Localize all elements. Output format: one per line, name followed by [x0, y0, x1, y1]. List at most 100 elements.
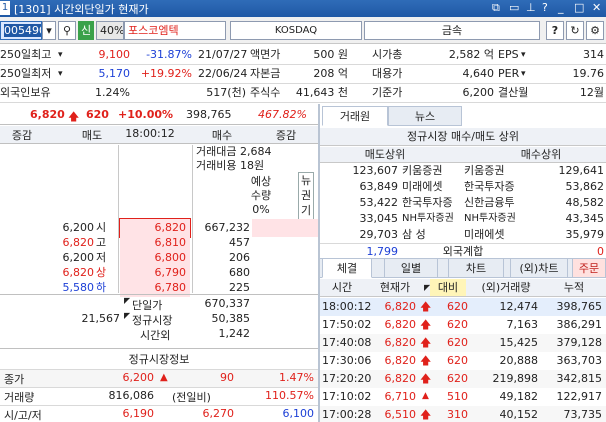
settings-button[interactable]: ⚙ [586, 21, 604, 40]
info-row: 종가 6,200 ▲ 90 1.47% [0, 369, 318, 387]
tab-foreign-chart[interactable]: (외)차트 [510, 258, 568, 278]
tab-daily[interactable]: 일별 [384, 258, 438, 278]
orderbook-totals: ◤ 단일가 670,337 21,567 ◤ 정규시장 50,385 시간외 1… [0, 294, 318, 344]
chevron-down-icon[interactable]: ▾ [58, 65, 63, 83]
tick-cumulative: 398,765 [556, 300, 603, 313]
chevron-down-icon[interactable]: ▾ [521, 65, 526, 83]
tick-time: 17:20:20 [322, 372, 372, 385]
tab-news[interactable]: 뉴스 [388, 106, 462, 126]
maximize-icon[interactable]: □ [574, 1, 584, 14]
tick-volume: 219,898 [492, 372, 539, 385]
corner-mark-icon: ◤ [124, 296, 131, 305]
help-icon[interactable]: ? [542, 1, 548, 14]
tick-change: 620 [447, 318, 468, 331]
help-button[interactable]: ? [546, 21, 564, 40]
tick-change: 310 [447, 408, 468, 421]
toolbar: 005490 ▾ ⚲ 신 40% 포스코엠텍 KOSDAQ 금속 ? ↻ ⚙ [0, 17, 606, 44]
bottom-tab-bar: 체결 일별 차트 (외)차트 주문 [320, 258, 606, 278]
broker-row[interactable]: 29,703 삼 성 미래에셋 35,979 [320, 227, 606, 243]
refresh-button[interactable]: ↻ [566, 21, 584, 40]
broker-row[interactable]: 53,422 한국투자증 신한금융투 48,582 [320, 195, 606, 211]
minimize-icon[interactable]: _ [558, 1, 564, 14]
tick-volume: 12,474 [499, 300, 539, 313]
pin-icon[interactable]: ⊥ [526, 1, 536, 14]
tick-change: 620 [447, 336, 468, 349]
broker-row[interactable]: 63,849 미래에셋 한국투자증 53,862 [320, 179, 606, 195]
broker-row[interactable]: 123,607 키움증권 키움증권 129,641 [320, 163, 606, 179]
broker-header: 매도상위 매수상위 [320, 147, 606, 163]
tick-time: 17:00:28 [322, 408, 372, 421]
sector-label: 금속 [364, 21, 540, 40]
restore-icon[interactable]: ▭ [509, 1, 519, 14]
up-arrow-icon: 🡅 [68, 110, 80, 123]
tick-volume: 40,152 [499, 408, 539, 421]
stock-code-value: 005490 [4, 24, 41, 37]
up-arrow-icon: 🡅 [420, 336, 432, 349]
up-arrow-icon: 🡅 [420, 300, 432, 313]
tick-cumulative: 73,735 [563, 408, 603, 421]
trade-summary: 거래대금 2,684 거래비용 18원 [196, 145, 272, 172]
regular-market-info: 정규시장정보 종가 6,200 ▲ 90 1.47% 거래량 816,086 (… [0, 348, 318, 422]
orderbook-header: 증감 매도 18:00:12 매수 증감 [0, 126, 318, 144]
title-bar: 1 [1301] 시간외단일가 현재가 ⧉ ▭ ⊥ ? _ □ ✕ [0, 0, 606, 17]
broker-row[interactable]: 33,045 NH투자증권 NH투자증권 43,345 [320, 211, 606, 227]
chevron-down-icon[interactable]: ▾ [521, 46, 526, 64]
tick-cumulative: 122,917 [556, 390, 603, 403]
tick-change: 620 [447, 372, 468, 385]
search-icon: ⚲ [62, 24, 72, 37]
tick-volume: 7,163 [506, 318, 539, 331]
volume-ratio: 467.82% [258, 108, 307, 121]
window-title: [1301] 시간외단일가 현재가 [14, 3, 149, 16]
info-row: 250일최고 ▾ 9,100 -31.87% 21/07/27 액면가 500 … [0, 46, 606, 65]
stock-name[interactable]: 포스코엠텍 [124, 21, 226, 40]
tab-chart[interactable]: 차트 [448, 258, 504, 278]
up-arrow-icon: 🡅 [420, 408, 432, 421]
info-row: 시/고/저 6,190 6,270 6,100 [0, 405, 318, 422]
tick-cumulative: 386,291 [556, 318, 603, 331]
tick-time: 17:10:02 [322, 390, 372, 403]
price-change: 620 [86, 108, 109, 121]
tick-cumulative: 342,815 [556, 372, 603, 385]
tick-cumulative: 363,703 [556, 354, 603, 367]
close-icon[interactable]: ✕ [592, 1, 601, 14]
tick-row[interactable]: 17:00:28 6,510 🡅 310 40,152 73,735 [320, 406, 606, 422]
refresh-icon: ↻ [570, 24, 580, 37]
tick-row[interactable]: 18:00:12 6,820 🡅 620 12,474 398,765 [320, 298, 606, 316]
tick-row[interactable]: 17:30:06 6,820 🡅 620 20,888 363,703 [320, 352, 606, 370]
current-price: 6,820 [30, 108, 65, 121]
tick-cumulative: 379,128 [556, 336, 603, 349]
tick-row[interactable]: 17:50:02 6,820 🡅 620 7,163 386,291 [320, 316, 606, 334]
up-arrow-icon: 🡅 [420, 354, 432, 367]
tick-row[interactable]: 17:40:08 6,820 🡅 620 15,425 379,128 [320, 334, 606, 352]
foreign-total-row: 1,799 외국계합 0 [320, 243, 606, 259]
tab-trades[interactable]: 체결 [322, 258, 372, 278]
market-label: KOSDAQ [230, 21, 362, 40]
tab-brokers[interactable]: 거래원 [322, 106, 388, 126]
tick-volume: 15,425 [499, 336, 539, 349]
search-button[interactable]: ⚲ [58, 21, 76, 40]
trade-volume: 398,765 [186, 108, 232, 121]
tick-volume: 49,182 [499, 390, 539, 403]
code-dropdown-button[interactable]: ▾ [42, 21, 56, 40]
tick-time: 18:00:12 [322, 300, 372, 313]
gear-icon: ⚙ [590, 24, 600, 37]
info-row: 250일최저 ▾ 5,170 +19.92% 22/06/24 자본금 208 … [0, 65, 606, 84]
tick-price: 6,820 [384, 372, 417, 385]
tick-row[interactable]: 17:20:20 6,820 🡅 620 219,898 342,815 [320, 370, 606, 388]
expected-box: 예상 수량 0% [250, 175, 272, 216]
side-buttons[interactable]: 뉴 권 기 [298, 172, 314, 220]
regular-market-title: 정규시장정보 [128, 353, 190, 366]
stock-code-input[interactable]: 005490 [0, 21, 42, 40]
tick-row[interactable]: 17:10:02 6,710 ▲ 510 49,182 122,917 [320, 388, 606, 406]
tick-price: 6,510 [384, 408, 417, 421]
tick-price: 6,820 [384, 300, 417, 313]
window-icon[interactable]: ⧉ [492, 1, 500, 15]
tab-order[interactable]: 주문 [572, 258, 606, 278]
corner-mark-icon: ◤ [124, 311, 131, 320]
tick-time: 17:30:06 [322, 354, 372, 367]
info-row: 외국인보유 1.24% 517(천) 주식수 41,643 천 기준가 6,20… [0, 84, 606, 103]
chevron-down-icon[interactable]: ▾ [58, 46, 63, 64]
tick-change: 620 [447, 354, 468, 367]
tick-change: 510 [447, 390, 468, 403]
credit-badge: 신 [78, 21, 94, 40]
